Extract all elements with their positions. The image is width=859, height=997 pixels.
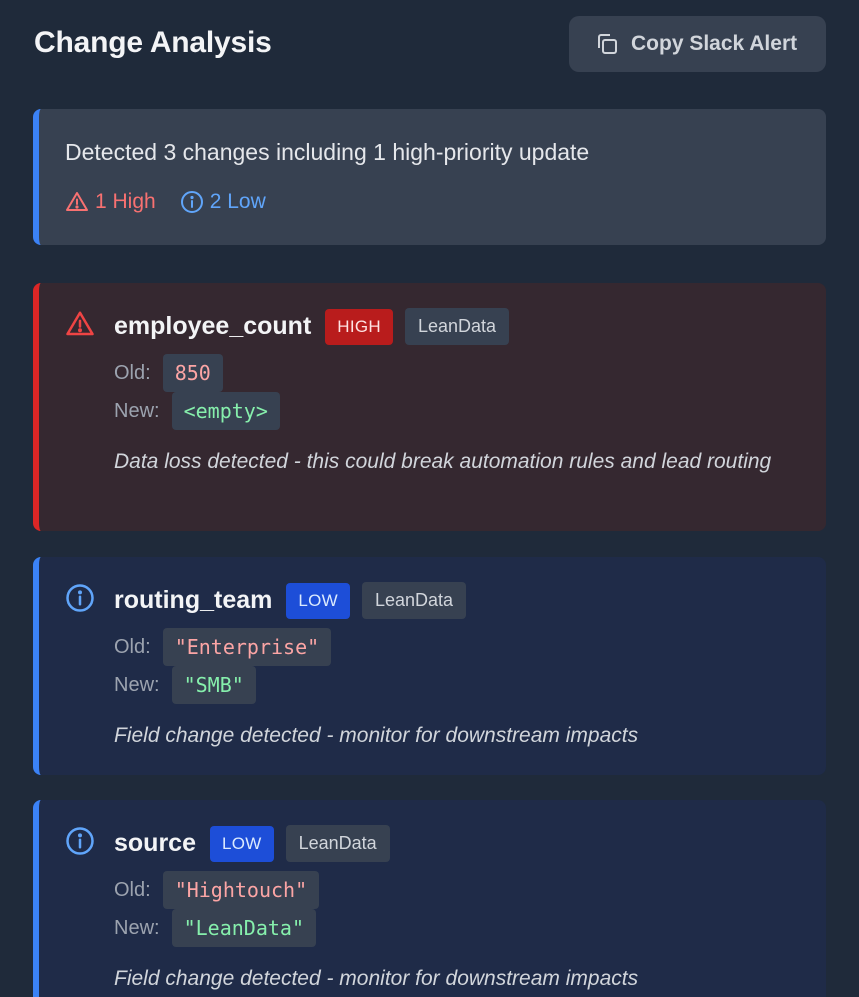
low-count-label: 2 Low (209, 190, 266, 213)
priority-counts: 1 High 2 Low (65, 190, 826, 214)
priority-badge: LOW (286, 582, 350, 619)
source-tag: LeanData (361, 582, 467, 619)
copy-icon (595, 32, 619, 56)
change-card-source: source LOW LeanData Old: "Hightouch" New… (33, 800, 826, 997)
old-label: Old: (114, 878, 151, 901)
warning-triangle-icon (65, 190, 89, 214)
new-label: New: (114, 916, 160, 939)
info-circle-icon (180, 190, 204, 214)
source-tag: LeanData (285, 825, 390, 862)
new-value: <empty> (171, 392, 280, 430)
change-header: source LOW LeanData (114, 825, 390, 862)
new-value: "SMB" (171, 666, 256, 704)
change-analysis-panel: Change Analysis Copy Slack Alert Detecte… (0, 0, 859, 997)
page-title: Change Analysis (34, 26, 272, 59)
summary-banner: Detected 3 changes including 1 high-prio… (33, 109, 826, 245)
old-label: Old: (114, 635, 151, 658)
field-name: routing_team (114, 586, 273, 614)
info-circle-icon (65, 583, 95, 613)
summary-text: Detected 3 changes including 1 high-prio… (65, 139, 590, 165)
field-name: employee_count (114, 312, 312, 340)
copy-slack-alert-button[interactable]: Copy Slack Alert (569, 16, 826, 72)
change-note: Field change detected - monitor for down… (114, 967, 639, 990)
change-note: Data loss detected - this could break au… (114, 450, 772, 473)
old-value: "Hightouch" (162, 871, 320, 909)
old-value-row: Old: 850 (114, 354, 223, 392)
warning-triangle-icon (65, 309, 95, 339)
priority-badge: HIGH (325, 308, 393, 345)
old-value-row: Old: "Hightouch" (114, 871, 320, 909)
new-value-row: New: "SMB" (114, 666, 256, 704)
low-count: 2 Low (180, 190, 266, 214)
change-note: Field change detected - monitor for down… (114, 724, 639, 747)
old-value: 850 (162, 354, 223, 392)
high-count-label: 1 High (95, 190, 156, 213)
new-value: "LeanData" (171, 909, 316, 947)
old-value-row: Old: "Enterprise" (114, 628, 332, 666)
new-label: New: (114, 673, 160, 696)
high-count: 1 High (65, 190, 156, 214)
old-label: Old: (114, 361, 151, 384)
change-header: employee_count HIGH LeanData (114, 308, 510, 345)
source-tag: LeanData (404, 308, 510, 345)
new-label: New: (114, 399, 160, 422)
info-circle-icon (65, 826, 95, 856)
copy-button-label: Copy Slack Alert (631, 32, 798, 55)
old-value: "Enterprise" (162, 628, 332, 666)
change-card-employee-count: employee_count HIGH LeanData Old: 850 Ne… (33, 283, 826, 531)
change-header: routing_team LOW LeanData (114, 582, 467, 619)
change-card-routing-team: routing_team LOW LeanData Old: "Enterpri… (33, 557, 826, 775)
field-name: source (114, 829, 196, 857)
new-value-row: New: <empty> (114, 392, 280, 430)
new-value-row: New: "LeanData" (114, 909, 316, 947)
priority-badge: LOW (209, 825, 274, 862)
